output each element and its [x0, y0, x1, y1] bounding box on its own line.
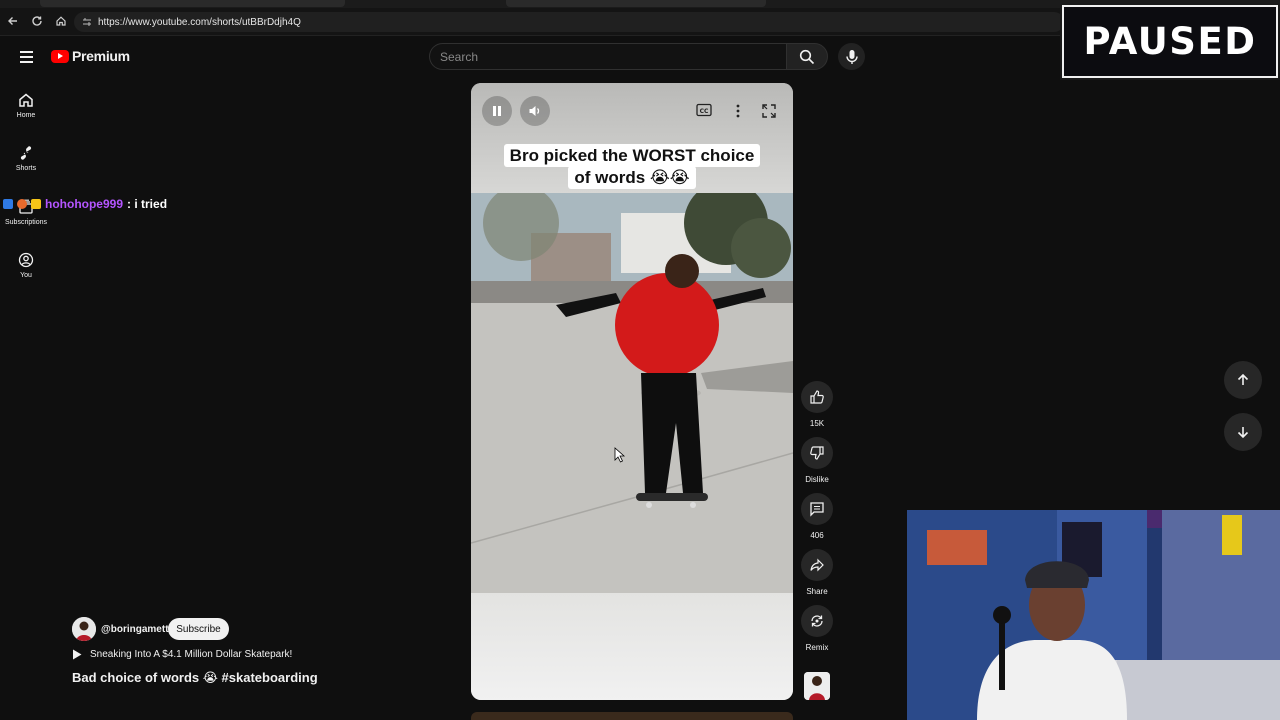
- sidebar-item-you[interactable]: You: [2, 252, 50, 279]
- crown-badge-icon: [31, 199, 41, 209]
- svg-text:CC: CC: [700, 108, 709, 115]
- streamer-webcam: [907, 510, 1280, 720]
- chat-username: hohohope999: [45, 197, 124, 211]
- shorts-video-player[interactable]: CC Bro picked the WORST choice of words …: [471, 83, 793, 700]
- share-icon: [810, 558, 824, 572]
- channel-avatar-image: [72, 617, 96, 641]
- thumbs-down-icon: [810, 446, 824, 460]
- video-caption-overlay: Bro picked the WORST choice of words 😭😭: [499, 144, 765, 189]
- home-page-button[interactable]: [52, 12, 70, 30]
- voice-search-button[interactable]: [838, 43, 865, 70]
- channel-avatar-icon: [804, 672, 830, 700]
- channel-handle[interactable]: @boringamett: [101, 624, 169, 635]
- you-icon: [18, 252, 34, 268]
- search-box: [429, 43, 786, 70]
- comment-count: 406: [810, 531, 824, 540]
- sidebar-label-shorts: Shorts: [15, 165, 37, 172]
- browser-tab[interactable]: [506, 0, 766, 7]
- thumbs-up-icon: [810, 390, 824, 404]
- address-bar[interactable]: https://www.youtube.com/shorts/utBBrDdjh…: [74, 12, 1064, 32]
- fullscreen-icon: [762, 104, 776, 118]
- like-action: 15K: [801, 381, 833, 428]
- chat-badge-icon: [3, 199, 13, 209]
- captions-button[interactable]: CC: [696, 103, 714, 119]
- closed-captions-icon: CC: [696, 103, 712, 117]
- sidebar-label-subscriptions: Subscriptions: [4, 219, 48, 226]
- webcam-feed: [907, 510, 1280, 720]
- back-button[interactable]: [4, 12, 22, 30]
- browser-home-icon: [56, 16, 66, 26]
- search-input[interactable]: [430, 44, 786, 69]
- related-video-title: Sneaking Into A $4.1 Million Dollar Skat…: [90, 649, 293, 660]
- sidebar-item-shorts[interactable]: Shorts: [2, 145, 50, 172]
- fullscreen-button[interactable]: [761, 103, 777, 119]
- pause-button[interactable]: [482, 96, 512, 126]
- more-options-button[interactable]: [730, 103, 746, 119]
- comment-icon: [810, 502, 824, 517]
- back-arrow-icon: [8, 17, 17, 25]
- comments-action: 406: [801, 493, 833, 540]
- shorts-icon: [20, 146, 32, 160]
- dislike-button[interactable]: [801, 437, 833, 469]
- volume-button[interactable]: [520, 96, 550, 126]
- more-vertical-icon: [736, 104, 740, 118]
- mouse-cursor-icon: [614, 447, 626, 463]
- home-icon: [19, 93, 33, 107]
- volume-icon: [529, 106, 540, 116]
- url-text: https://www.youtube.com/shorts/utBBrDdjh…: [98, 16, 301, 28]
- related-video-link[interactable]: Sneaking Into A $4.1 Million Dollar Skat…: [72, 649, 292, 660]
- dislike-label: Dislike: [805, 475, 829, 484]
- sidebar-label-you: You: [20, 272, 32, 279]
- sidebar-label-home: Home: [16, 112, 36, 119]
- dislike-action: Dislike: [801, 437, 833, 484]
- play-icon: [73, 649, 82, 660]
- menu-icon[interactable]: [16, 46, 38, 68]
- share-button[interactable]: [801, 549, 833, 581]
- skatepark-scene: [471, 181, 793, 593]
- logo-text: Premium: [72, 48, 130, 64]
- comments-button[interactable]: [801, 493, 833, 525]
- next-video-preview[interactable]: [471, 712, 793, 720]
- pause-icon: [493, 106, 501, 116]
- reload-button[interactable]: [28, 12, 46, 30]
- video-caption-text: Bro picked the WORST choice of words 😭😭: [503, 144, 761, 189]
- share-action: Share: [801, 549, 833, 596]
- video-frame: [471, 181, 793, 593]
- chat-badge-icon: [17, 199, 27, 209]
- chat-message-text: : i tried: [127, 197, 168, 211]
- video-blurred-bottom: [471, 593, 793, 700]
- previous-short-button[interactable]: [1224, 361, 1262, 399]
- search-button[interactable]: [786, 43, 828, 70]
- channel-avatar[interactable]: [72, 617, 96, 641]
- next-short-button[interactable]: [1224, 413, 1262, 451]
- youtube-play-logo-icon: [51, 49, 69, 63]
- arrow-up-icon: [1237, 373, 1249, 385]
- chat-message: hohohope999 : i tried: [3, 197, 167, 211]
- share-label: Share: [806, 587, 828, 596]
- channel-thumbnail[interactable]: [804, 672, 830, 700]
- arrow-down-icon: [1237, 427, 1249, 439]
- youtube-logo[interactable]: Premium: [51, 48, 130, 64]
- paused-overlay: PAUSED: [1060, 3, 1280, 80]
- video-title: Bad choice of words 😭 #skateboarding: [72, 670, 318, 685]
- browser-tab[interactable]: [40, 0, 345, 7]
- remix-button[interactable]: [801, 605, 833, 637]
- sidebar-item-home[interactable]: Home: [2, 92, 50, 119]
- remix-icon: [811, 615, 823, 627]
- reload-icon: [32, 16, 42, 26]
- subscribe-button[interactable]: Subscribe: [168, 618, 229, 640]
- like-count: 15K: [809, 419, 825, 428]
- remix-action: Remix: [801, 605, 833, 652]
- search-icon: [799, 49, 815, 64]
- like-button[interactable]: [801, 381, 833, 413]
- paused-text: PAUSED: [1083, 20, 1257, 63]
- remix-label: Remix: [805, 643, 829, 652]
- site-info-icon: [83, 18, 91, 26]
- microphone-icon: [845, 49, 858, 64]
